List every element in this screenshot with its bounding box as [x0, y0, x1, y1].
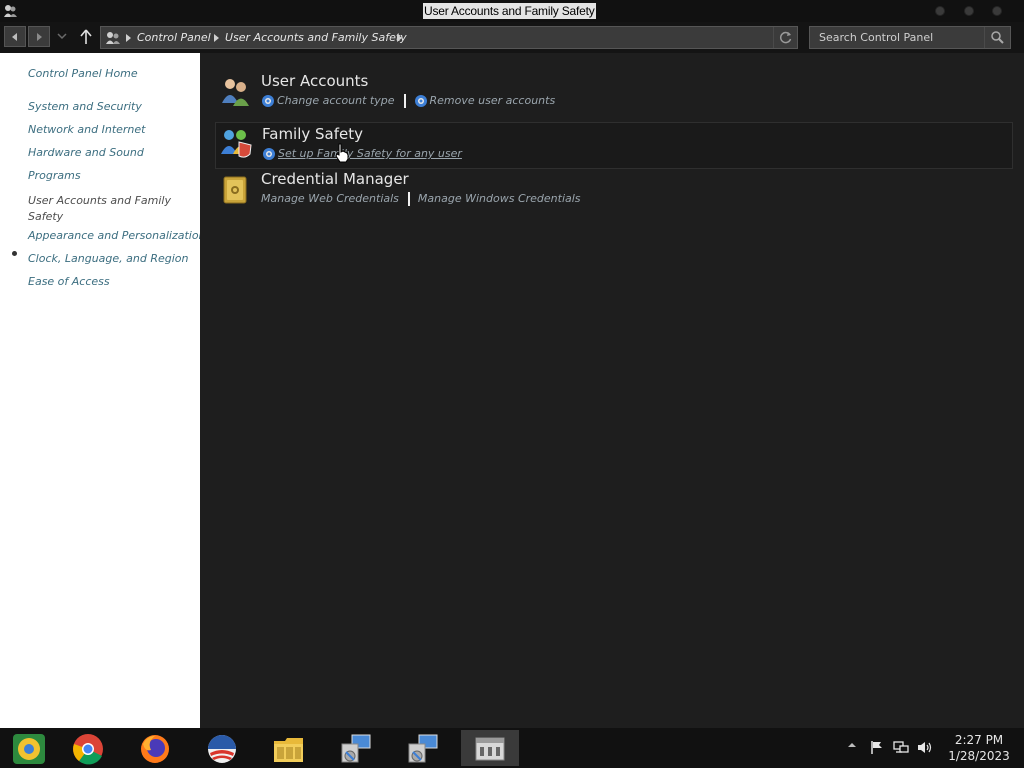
search-icon — [991, 31, 1004, 44]
address-bar[interactable]: Control Panel User Accounts and Family S… — [100, 26, 798, 49]
system-clock[interactable]: 2:27 PM 1/28/2023 — [945, 732, 1013, 764]
category-title-credential-manager[interactable]: Credential Manager — [261, 170, 409, 188]
refresh-button[interactable] — [773, 27, 797, 48]
family-safety-icon[interactable] — [219, 126, 253, 160]
change-account-type-link[interactable]: Change account type — [277, 93, 395, 109]
manage-web-credentials-link[interactable]: Manage Web Credentials — [261, 191, 399, 207]
chrome-canary-icon — [13, 734, 45, 764]
sidebar-item-network-internet[interactable]: Network and Internet — [28, 122, 146, 138]
remove-user-accounts-link[interactable]: Remove user accounts — [430, 93, 556, 109]
sidebar-item-hardware-sound[interactable]: Hardware and Sound — [28, 145, 144, 161]
taskbar-network-app-1[interactable] — [327, 730, 385, 766]
file-explorer-icon — [274, 738, 303, 762]
user-accounts-icon[interactable] — [218, 73, 252, 107]
category-title-family-safety[interactable]: Family Safety — [262, 125, 363, 143]
category-credential-manager: Credential Manager Manage Web Credential… — [215, 168, 1013, 215]
sidebar-item-system-security[interactable]: System and Security — [28, 99, 142, 115]
breadcrumb-separator-icon[interactable] — [214, 34, 219, 42]
taskbar-file-explorer[interactable] — [260, 730, 318, 766]
up-level-icon[interactable] — [78, 28, 94, 46]
taskbar-network-app-2[interactable] — [394, 730, 452, 766]
search-input[interactable]: Search Control Panel — [809, 26, 1011, 49]
link-separator — [407, 192, 410, 206]
set-up-family-safety-link[interactable]: Set up Family Safety for any user — [278, 146, 462, 162]
volume-icon[interactable] — [917, 740, 933, 755]
network-icon[interactable] — [893, 740, 909, 755]
taskbar-firefox[interactable] — [126, 730, 184, 766]
sidebar-item-clock-language-region[interactable]: Clock, Language, and Region — [28, 251, 189, 267]
breadcrumb-separator-icon[interactable] — [126, 34, 131, 42]
hand-cursor-icon — [335, 143, 349, 163]
obama-logo-icon — [208, 735, 236, 763]
taskbar-chrome-canary[interactable] — [0, 730, 58, 766]
control-panel-icon — [475, 737, 505, 761]
show-hidden-icons-chevron-icon[interactable] — [847, 741, 857, 749]
category-user-accounts: User Accounts Change account type Remove… — [215, 70, 1013, 117]
sidebar-item-user-accounts-current: User Accounts and Family Safety — [28, 194, 171, 223]
control-panel-home-link[interactable]: Control Panel Home — [28, 66, 138, 82]
credential-manager-icon[interactable] — [218, 171, 252, 205]
title-bar: User Accounts and Family Safety — [0, 0, 1024, 22]
action-center-flag-icon[interactable] — [869, 740, 885, 755]
manage-windows-credentials-link[interactable]: Manage Windows Credentials — [418, 191, 581, 207]
current-section-bullet — [12, 251, 17, 256]
clock-date: 1/28/2023 — [948, 749, 1010, 763]
taskbar-obama-logo[interactable] — [193, 730, 251, 766]
breadcrumb-control-panel[interactable]: Control Panel — [137, 31, 211, 45]
breadcrumb-user-accounts[interactable]: User Accounts and Family Safety — [225, 31, 407, 45]
uac-shield-icon — [262, 95, 274, 107]
forward-button[interactable] — [28, 26, 50, 47]
link-separator — [403, 94, 406, 108]
uac-shield-icon — [414, 95, 427, 107]
taskbar: 2:27 PM 1/28/2023 — [0, 728, 1024, 768]
window-title: User Accounts and Family Safety — [423, 3, 596, 19]
search-button[interactable] — [984, 27, 1010, 48]
taskbar-control-panel[interactable] — [461, 730, 519, 766]
recent-locations-chevron-icon[interactable] — [56, 30, 68, 42]
control-panel-icon — [106, 32, 120, 44]
left-navigation-pane: Control Panel Home System and Security N… — [0, 53, 206, 728]
back-arrow-icon — [12, 33, 17, 41]
breadcrumb-separator-icon[interactable] — [397, 34, 402, 42]
computer-network-icon — [341, 734, 371, 763]
refresh-icon — [779, 31, 792, 44]
category-title-user-accounts[interactable]: User Accounts — [261, 72, 368, 90]
maximize-button[interactable] — [964, 6, 974, 16]
close-button[interactable] — [992, 6, 1002, 16]
sidebar-item-ease-of-access[interactable]: Ease of Access — [28, 274, 110, 290]
taskbar-chrome[interactable] — [59, 730, 117, 766]
chrome-icon — [73, 734, 103, 765]
firefox-icon — [141, 735, 169, 763]
clock-time: 2:27 PM — [954, 733, 1004, 747]
content-area: User Accounts Change account type Remove… — [200, 53, 1024, 728]
sidebar-item-appearance[interactable]: Appearance and Personalization — [28, 228, 206, 244]
minimize-button[interactable] — [935, 6, 945, 16]
navigation-bar: Control Panel User Accounts and Family S… — [0, 22, 1024, 53]
computer-network-icon — [408, 734, 438, 763]
uac-shield-icon — [263, 148, 275, 160]
search-placeholder: Search Control Panel — [819, 31, 934, 44]
control-panel-icon — [4, 5, 17, 17]
back-button[interactable] — [4, 26, 26, 47]
forward-arrow-icon — [37, 33, 42, 41]
sidebar-item-programs[interactable]: Programs — [28, 168, 81, 184]
